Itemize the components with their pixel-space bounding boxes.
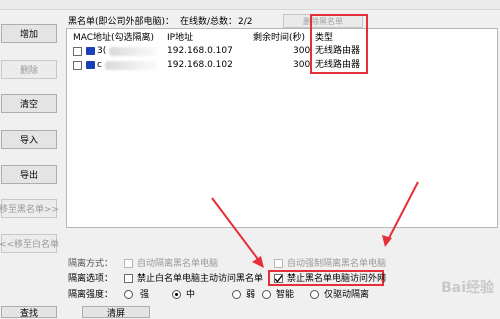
forbid-black-checkbox[interactable] xyxy=(274,274,283,283)
find-button[interactable]: 查找 xyxy=(1,306,57,319)
strength-driver-label: 仅驱动隔离 xyxy=(324,290,370,300)
strength-smart-radio[interactable] xyxy=(262,290,271,299)
strength-strong-radio[interactable] xyxy=(124,290,133,299)
forbid-white-checkbox[interactable] xyxy=(124,274,133,283)
strength-weak-label: 弱 xyxy=(246,290,256,300)
clear-screen-button[interactable]: 清屏 xyxy=(82,306,150,319)
auto-isolate-checkbox[interactable] xyxy=(124,259,133,268)
arrow-right-line xyxy=(387,181,419,241)
isolation-option-label: 隔离选项： xyxy=(68,274,114,284)
strength-medium-label: 中 xyxy=(186,290,196,300)
forbid-black-label: 禁止黑名单电脑访问外网 xyxy=(287,274,387,284)
isolation-strength-label: 隔离强度： xyxy=(68,290,114,300)
watermark-logo: Bai经验 xyxy=(441,280,494,296)
force-isolate-checkbox[interactable] xyxy=(274,259,283,268)
check-icon xyxy=(274,275,283,283)
auto-isolate-label: 自动隔离黑名单电脑 xyxy=(137,259,219,269)
strength-weak-radio[interactable] xyxy=(232,290,241,299)
arrow-left-line xyxy=(211,197,261,263)
strength-strong-label: 强 xyxy=(140,290,150,300)
isolation-mode-label: 隔离方式： xyxy=(68,259,114,269)
forbid-white-label: 禁止白名单电脑主动访问黑名单 xyxy=(137,274,264,284)
strength-medium-radio[interactable] xyxy=(172,290,181,299)
strength-smart-label: 智能 xyxy=(276,290,295,300)
strength-driver-radio[interactable] xyxy=(310,290,319,299)
annotation-arrows xyxy=(211,181,419,268)
force-isolate-label: 自动强制隔离黑名单电脑 xyxy=(287,259,387,269)
